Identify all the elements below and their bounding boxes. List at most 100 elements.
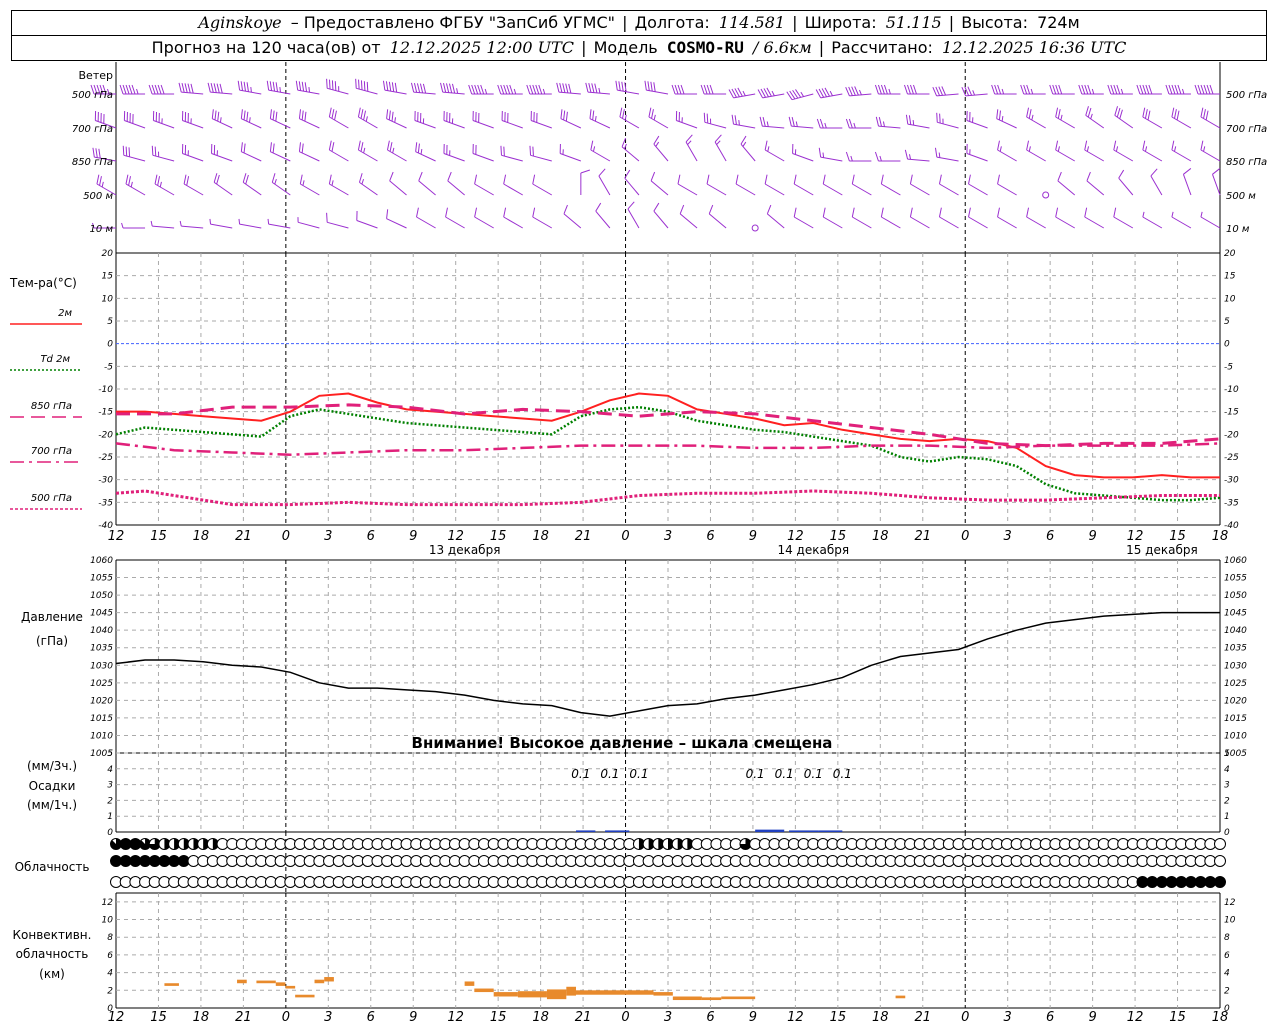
hour-tick-label: 6 bbox=[706, 529, 714, 544]
wind-barb-flag bbox=[415, 142, 418, 152]
wind-barb-staff bbox=[881, 183, 901, 196]
wind-barb-staff bbox=[617, 89, 640, 95]
hour-tick-label: 12 bbox=[108, 529, 125, 544]
wind-barb-flag bbox=[363, 81, 366, 91]
wind-barb-half bbox=[742, 90, 746, 96]
wind-barb-staff bbox=[764, 149, 785, 162]
wind-barb-flag bbox=[1171, 84, 1176, 95]
wind-barb-flag bbox=[906, 84, 911, 95]
wind-barb-staff bbox=[210, 91, 233, 95]
wind-barb-flag bbox=[734, 115, 737, 125]
wind-barb-flag bbox=[1114, 106, 1119, 116]
temp-tick-label: 15 bbox=[1224, 272, 1236, 282]
conv-tick-label: 2 bbox=[1224, 986, 1230, 996]
wind-barb-flag bbox=[1176, 110, 1180, 121]
hour-tick-label: 21 bbox=[575, 1010, 592, 1024]
wind-barb-flag bbox=[242, 173, 247, 183]
wind-barb-staff bbox=[560, 118, 582, 129]
precip-unit-1h: (мм/1ч.) bbox=[27, 798, 77, 812]
wind-barb-flag bbox=[874, 151, 879, 162]
wind-barb-flag bbox=[627, 201, 635, 210]
wind-barb-staff bbox=[272, 181, 291, 196]
day-label: 14 декабря bbox=[777, 543, 849, 557]
convective-segment bbox=[566, 986, 576, 996]
wind-barb-flag bbox=[991, 84, 996, 95]
wind-barb-half bbox=[594, 116, 597, 122]
wind-level-label: 500 гПа bbox=[1226, 90, 1267, 101]
wind-barb-staff bbox=[910, 216, 930, 229]
wind-level-label: 850 гПа bbox=[1226, 157, 1267, 168]
wind-barb-flag bbox=[764, 174, 768, 185]
wind-barb-half bbox=[1030, 88, 1034, 95]
wind-barb-flag bbox=[266, 80, 270, 91]
wind-barb-half bbox=[853, 122, 856, 129]
wind-barb-flag bbox=[240, 109, 243, 119]
wind-barb-flag bbox=[1113, 207, 1117, 218]
wind-barb-flag bbox=[563, 110, 566, 121]
wind-barb-flag bbox=[700, 84, 705, 95]
wind-barb-flag bbox=[446, 83, 450, 93]
pres-tick-label: 1025 bbox=[1224, 679, 1247, 689]
temp-tick-label: -40 bbox=[98, 521, 113, 531]
wind-barb-half bbox=[121, 222, 124, 229]
wind-barb-flag bbox=[272, 143, 275, 154]
wind-barb-flag bbox=[240, 81, 244, 91]
conv-tick-label: 12 bbox=[102, 898, 114, 908]
wind-barb-flag bbox=[128, 147, 131, 157]
wind-barb-flag bbox=[909, 84, 914, 95]
wind-barb-staff bbox=[589, 118, 611, 129]
wind-barb-half bbox=[716, 140, 721, 145]
wind-barb-flag bbox=[328, 107, 332, 118]
wind-barb-staff bbox=[152, 154, 175, 162]
convective-segment bbox=[256, 980, 276, 984]
meteogram-canvas: 1212151518182121003366991212151518182121… bbox=[9, 62, 1267, 1024]
wind-barb-flag bbox=[186, 176, 190, 186]
wind-barb-flag bbox=[275, 82, 279, 92]
temp-tick-label: 15 bbox=[102, 272, 114, 282]
wind-barb-flag bbox=[1113, 84, 1118, 95]
wind-barb-flag bbox=[389, 142, 393, 152]
wind-barb-flag bbox=[1116, 84, 1121, 95]
wind-barb-staff bbox=[386, 118, 407, 129]
wind-barb-staff bbox=[503, 183, 523, 196]
wind-barb-flag bbox=[997, 84, 1002, 95]
wind-barb-flag bbox=[621, 81, 624, 92]
wind-barb-flag bbox=[497, 84, 502, 95]
wind-barb-staff bbox=[939, 216, 959, 229]
pressure-warning: Внимание! Высокое давление – шкала смеще… bbox=[412, 734, 833, 752]
wind-barb-staff bbox=[965, 93, 988, 97]
hour-tick-label: 12 bbox=[1127, 529, 1144, 544]
convective-segment bbox=[275, 982, 286, 986]
wind-barb-staff bbox=[389, 180, 407, 196]
wind-barb-half bbox=[250, 87, 252, 93]
wind-barb-staff bbox=[852, 216, 872, 229]
wind-barb-staff bbox=[624, 177, 640, 196]
wind-barb-flag bbox=[1057, 171, 1062, 182]
wind-barb-flag bbox=[272, 110, 275, 121]
wind-barb-staff bbox=[445, 216, 465, 229]
wind-barb-flag bbox=[128, 176, 131, 186]
hour-tick-label: 9 bbox=[1088, 1010, 1096, 1024]
wind-barb-half bbox=[767, 146, 770, 152]
hour-tick-label: 9 bbox=[409, 1010, 417, 1024]
wind-barb-flag bbox=[532, 146, 534, 157]
wind-barb-staff bbox=[182, 153, 204, 162]
wind-barb-half bbox=[912, 119, 915, 126]
precip-bar bbox=[755, 829, 785, 832]
wind-barb-staff bbox=[210, 223, 233, 229]
convective-segment bbox=[314, 979, 325, 984]
wind-barb-staff bbox=[563, 213, 582, 229]
wind-barb-flag bbox=[905, 114, 909, 125]
wind-barb-staff bbox=[447, 180, 465, 196]
wind-barb-flag bbox=[880, 174, 884, 185]
wind-barb-staff bbox=[966, 120, 988, 129]
prec-tick-label: 2 bbox=[1224, 796, 1230, 806]
hour-tick-label: 3 bbox=[1004, 529, 1012, 544]
wind-barb-flag bbox=[328, 140, 332, 151]
wind-barb-staff bbox=[685, 141, 698, 162]
precip-value-label: 0.1 bbox=[571, 767, 590, 781]
wind-barb-flag bbox=[271, 173, 276, 183]
wind-barb-flag bbox=[474, 84, 479, 95]
wind-barb-flag bbox=[997, 207, 1000, 218]
wind-barb-half bbox=[308, 87, 311, 93]
